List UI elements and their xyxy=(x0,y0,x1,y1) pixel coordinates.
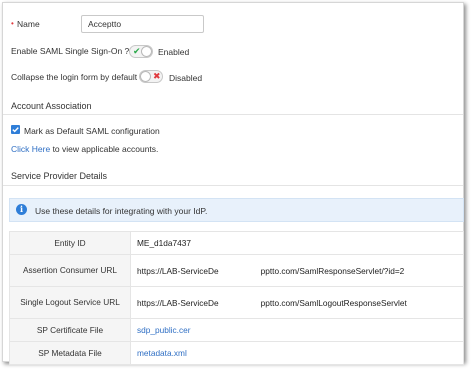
divider xyxy=(3,114,463,115)
sp-metadata-value: metadata.xml xyxy=(130,341,464,365)
service-provider-heading: Service Provider Details xyxy=(11,171,108,181)
table-row: SP Certificate File sdp_public.cer xyxy=(9,318,464,342)
entity-id-value: ME_d1da7437 xyxy=(130,231,464,255)
entity-id-text: ME_d1da7437 xyxy=(137,238,191,248)
click-here-link[interactable]: Click Here xyxy=(11,144,50,154)
collapse-state: Disabled xyxy=(169,73,203,83)
account-association-heading: Account Association xyxy=(11,101,92,111)
accounts-link-line: Click Here to view applicable accounts. xyxy=(11,144,158,154)
table-row: Entity ID ME_d1da7437 xyxy=(9,231,464,255)
service-provider-table: Entity ID ME_d1da7437 Assertion Consumer… xyxy=(9,231,464,365)
collapse-toggle[interactable]: ✖ xyxy=(139,70,163,83)
check-icon: ✔ xyxy=(133,46,141,56)
sp-certificate-value: sdp_public.cer xyxy=(130,318,464,342)
x-icon: ✖ xyxy=(153,71,161,81)
sp-certificate-link[interactable]: sdp_public.cer xyxy=(137,325,191,335)
table-row: Single Logout Service URL https://LAB-Se… xyxy=(9,286,464,319)
entity-id-key: Entity ID xyxy=(9,231,131,255)
name-label: Name xyxy=(17,19,40,29)
collapse-label: Collapse the login form by default xyxy=(11,72,138,82)
info-banner: i Use these details for integrating with… xyxy=(9,198,464,222)
saml-sso-state: Enabled xyxy=(158,47,190,57)
single-logout-url-value: https://LAB-ServiceDe pptto.com/SamlLogou… xyxy=(130,286,464,319)
required-marker: • xyxy=(11,19,14,28)
checkmark-icon xyxy=(12,127,19,133)
accounts-link-suffix: to view applicable accounts. xyxy=(50,144,159,154)
saml-settings-panel: • Name Enable SAML Single Sign-On ? ✔ En… xyxy=(2,2,464,365)
logout-url-end: pptto.com/SamlLogoutResponseServlet xyxy=(260,297,407,308)
logout-url-start: https://LAB-ServiceDe xyxy=(137,297,219,308)
saml-sso-toggle[interactable]: ✔ xyxy=(129,45,153,58)
sp-certificate-key: SP Certificate File xyxy=(9,318,131,342)
table-row: Assertion Consumer URL https://LAB-Servi… xyxy=(9,254,464,287)
assertion-consumer-url-value: https://LAB-ServiceDe pptto.com/SamlRespo… xyxy=(130,254,464,287)
saml-sso-label: Enable SAML Single Sign-On ? xyxy=(11,46,130,56)
assertion-consumer-url-key: Assertion Consumer URL xyxy=(9,254,131,287)
info-icon: i xyxy=(16,204,27,215)
sp-metadata-link[interactable]: metadata.xml xyxy=(137,348,187,358)
name-input[interactable] xyxy=(81,15,204,33)
assertion-url-start: https://LAB-ServiceDe xyxy=(137,265,219,276)
table-row: SP Metadata File metadata.xml xyxy=(9,341,464,365)
divider xyxy=(3,185,463,186)
assertion-url-end: pptto.com/SamlResponseServlet/?id=2 xyxy=(260,265,405,276)
toggle-knob xyxy=(140,71,151,82)
info-text: Use these details for integrating with y… xyxy=(35,206,208,216)
toggle-knob xyxy=(141,46,152,57)
single-logout-url-key: Single Logout Service URL xyxy=(9,286,131,319)
default-saml-checkbox[interactable] xyxy=(11,125,20,134)
default-saml-label: Mark as Default SAML configuration xyxy=(24,126,160,136)
sp-metadata-key: SP Metadata File xyxy=(9,341,131,365)
